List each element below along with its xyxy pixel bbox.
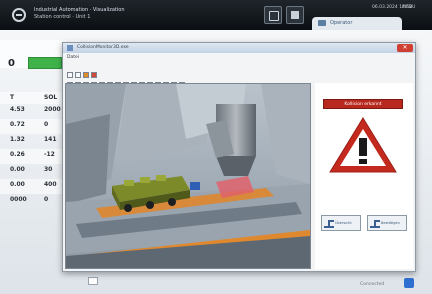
menu-button[interactable]: MENU — [402, 5, 415, 10]
alert-panel: Kollision erkannt Übersicht Bestätigen — [315, 83, 413, 269]
values-table: T SOL 4.53 2000 0.72 0 1.32 141 0.26 -12… — [0, 92, 64, 209]
count-value: 0 — [8, 58, 15, 69]
robot-arm-icon — [370, 220, 380, 228]
table-cell: -12 — [44, 151, 55, 158]
table-cell: 2000 — [44, 106, 61, 113]
app-subtitle: Station control · Unit 1 — [34, 14, 91, 20]
table-cell: 0000 — [10, 196, 27, 203]
bottom-checkbox[interactable] — [88, 277, 98, 285]
table-row: 0.26 -12 — [0, 149, 64, 164]
user-tab[interactable]: Operator — [312, 17, 402, 30]
column-header: SOL — [44, 94, 58, 101]
user-label: Operator — [330, 20, 353, 26]
user-icon — [318, 20, 326, 26]
table-cell: 0 — [44, 196, 49, 203]
window-title: CollisionMonitor3D.exe — [77, 45, 129, 50]
table-row: 0.00 400 — [0, 179, 64, 194]
table-cell: 400 — [44, 181, 57, 188]
table-cell: 30 — [44, 166, 53, 173]
collision-monitor-window: CollisionMonitor3D.exe ✕ Datei Kollision… — [62, 42, 416, 272]
acknowledge-button[interactable]: Bestätigen — [367, 215, 407, 231]
table-cell: 0.00 — [10, 166, 25, 173]
table-row: 0000 0 — [0, 194, 64, 209]
table-cell: 0.72 — [10, 121, 25, 128]
table-cell: 4.53 — [10, 106, 25, 113]
window-titlebar[interactable]: CollisionMonitor3D.exe ✕ — [63, 43, 415, 53]
app-title: Industrial Automation · Visualization — [34, 7, 125, 13]
acknowledge-label: Bestätigen — [381, 221, 400, 225]
save-icon — [291, 11, 299, 19]
table-cell: 1.32 — [10, 136, 25, 143]
overview-button[interactable]: Übersicht — [321, 215, 361, 231]
top-bar: Industrial Automation · Visualization St… — [0, 0, 432, 30]
table-cell: 0.26 — [10, 151, 25, 158]
menu-file[interactable]: Datei — [67, 55, 79, 60]
tray-icon[interactable] — [404, 278, 414, 288]
table-cell: 0.00 — [10, 181, 25, 188]
toolbar-secondary — [67, 73, 187, 88]
window-icon — [269, 11, 279, 21]
logo-icon — [12, 8, 26, 22]
table-row: 0.72 0 — [0, 119, 64, 134]
warning-triangle-icon — [329, 117, 397, 173]
app-icon — [67, 45, 73, 51]
table-cell: 141 — [44, 136, 57, 143]
table-row: 1.32 141 — [0, 134, 64, 149]
save-button[interactable] — [286, 6, 304, 24]
window-toggle-button[interactable] — [264, 6, 282, 24]
3d-scene-graphic — [66, 84, 310, 268]
3d-scene-viewport[interactable] — [65, 83, 311, 269]
overview-label: Übersicht — [335, 221, 352, 225]
collision-alarm-button[interactable]: Kollision erkannt — [323, 99, 403, 109]
status-indicator-bar — [28, 57, 62, 69]
connection-status: Connected — [360, 282, 385, 287]
column-header: T — [10, 94, 15, 101]
table-header: T SOL — [0, 92, 64, 104]
table-row: 0.00 30 — [0, 164, 64, 179]
robot-arm-icon — [324, 220, 334, 228]
table-cell: 0 — [44, 121, 49, 128]
toolbar-primary — [67, 63, 99, 78]
table-row: 4.53 2000 — [0, 104, 64, 119]
close-button[interactable]: ✕ — [397, 44, 413, 52]
